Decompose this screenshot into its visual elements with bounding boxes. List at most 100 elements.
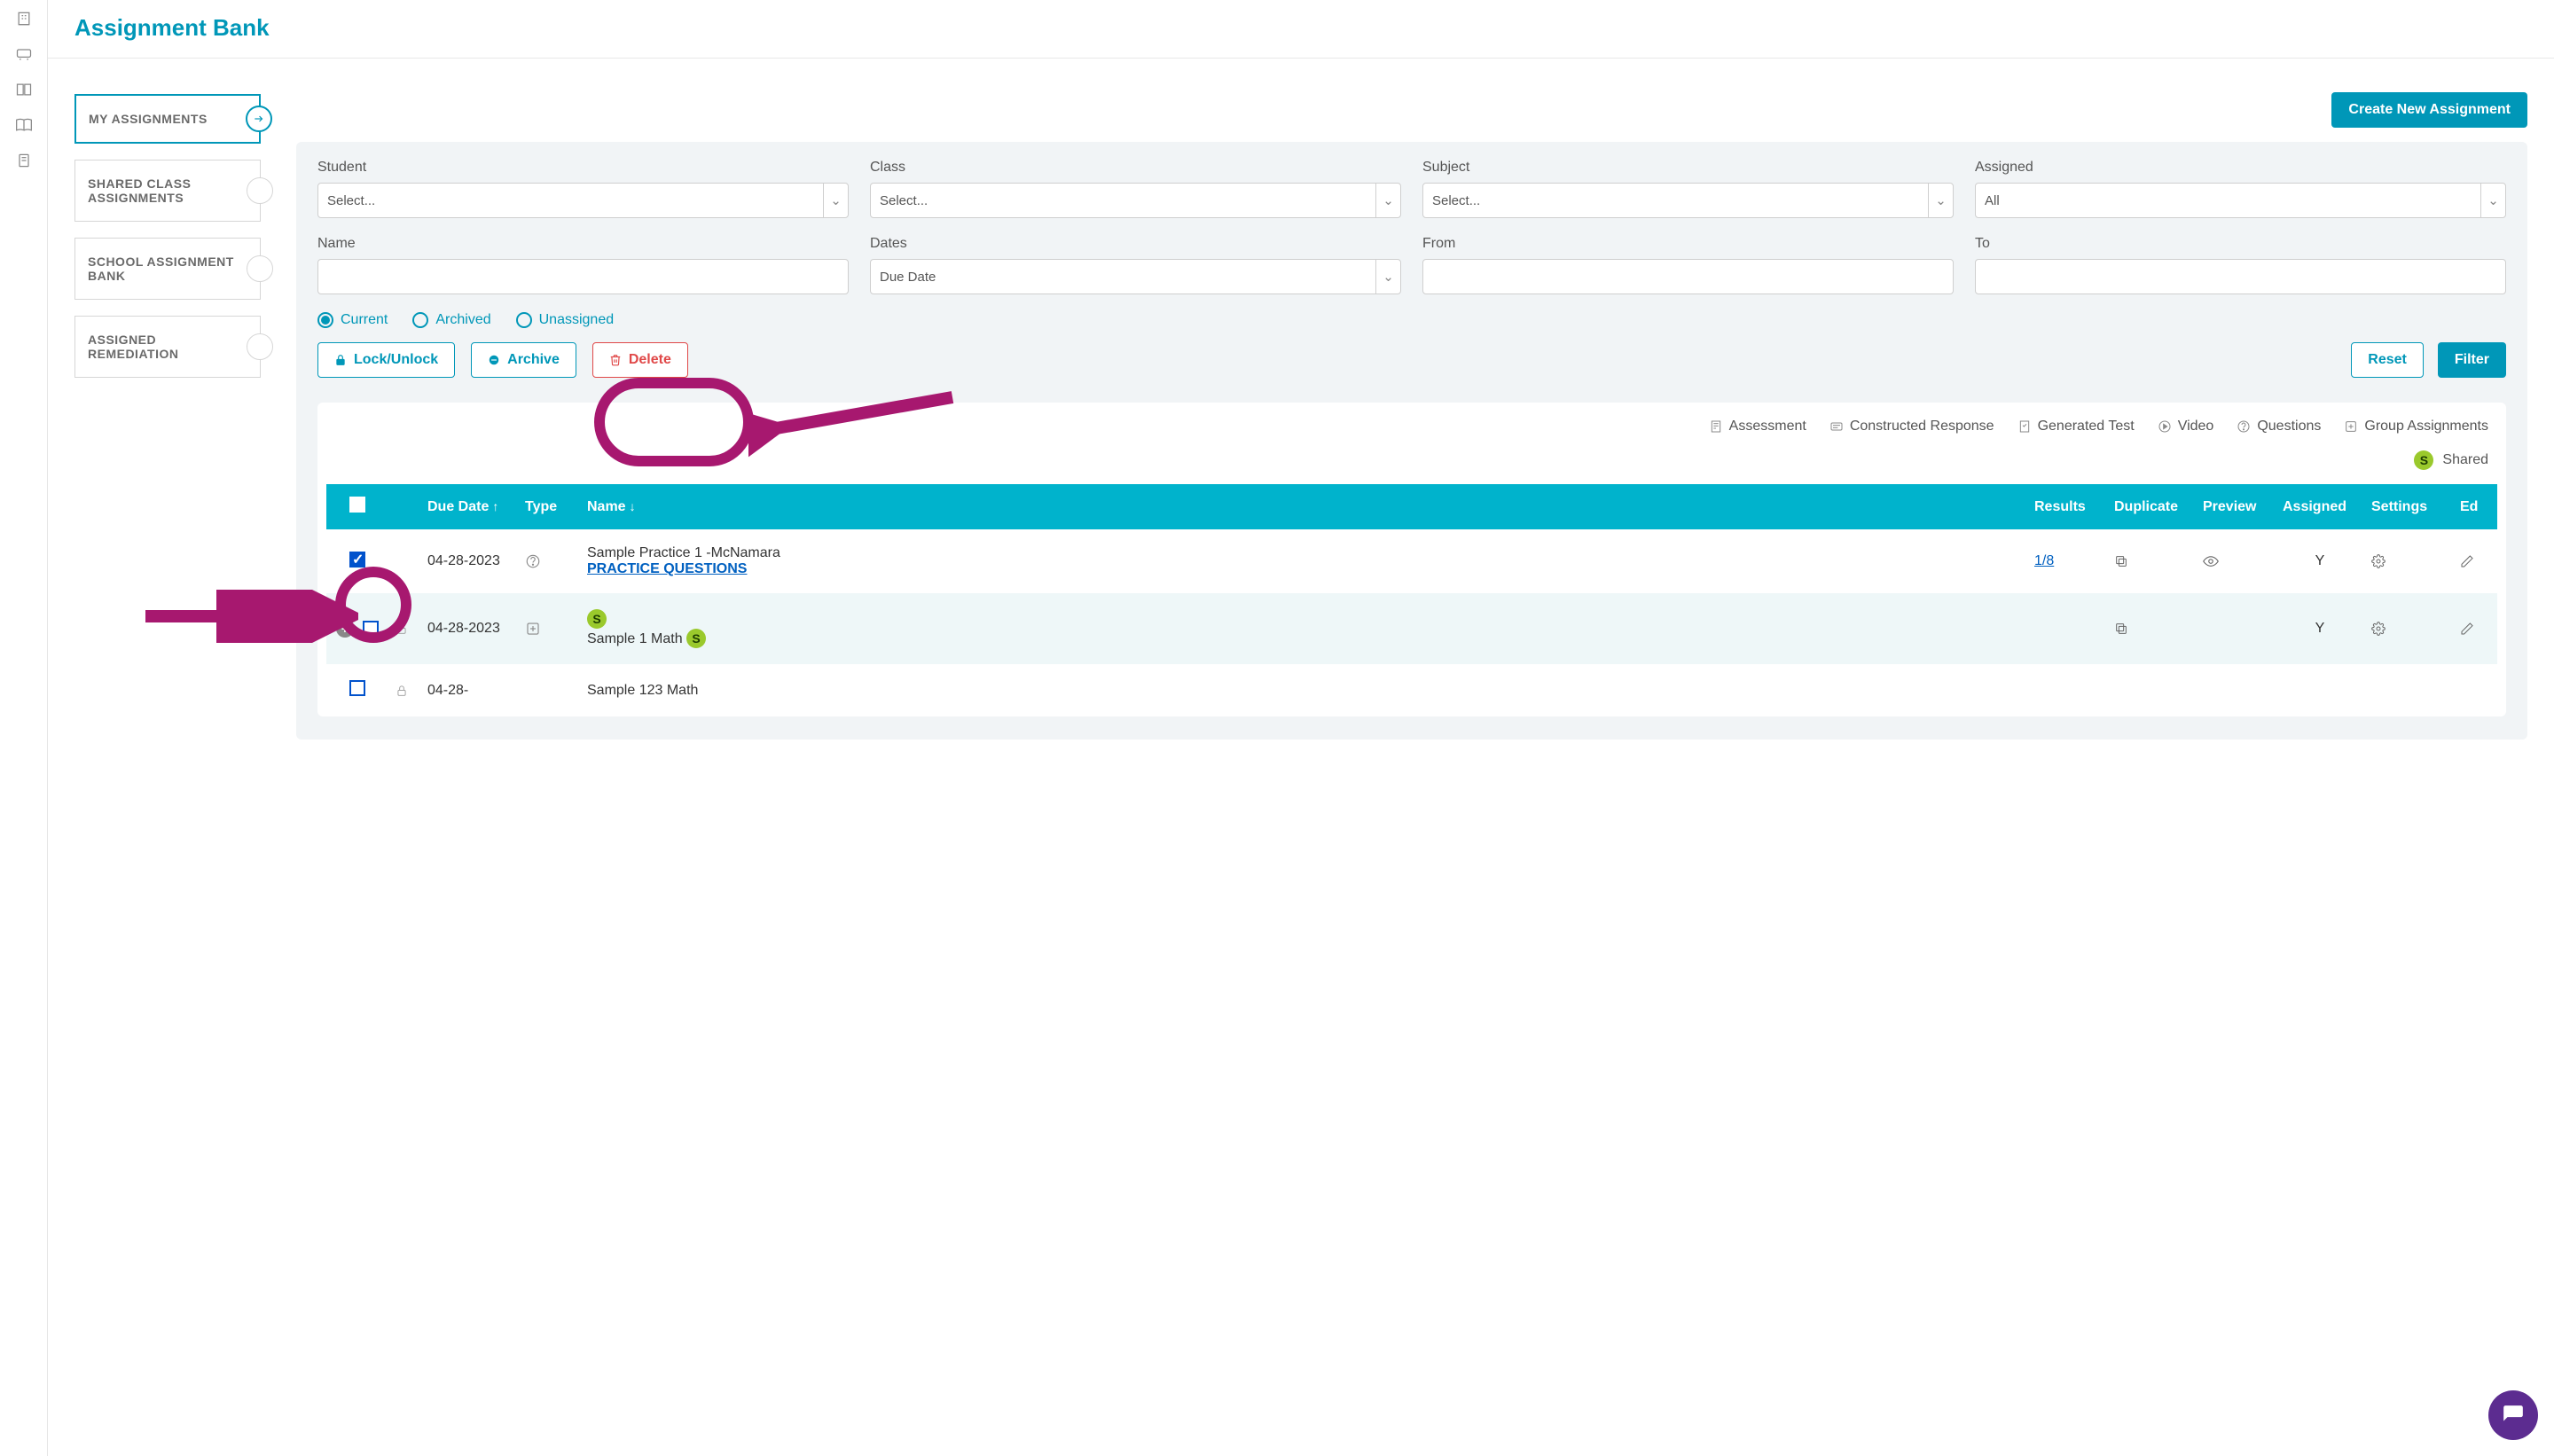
row-duplicate-icon[interactable] xyxy=(2107,593,2196,664)
row-preview-icon[interactable] xyxy=(2196,529,2276,593)
generated-icon xyxy=(2017,419,2032,434)
filter-button[interactable]: Filter xyxy=(2438,342,2506,378)
shared-badge-icon: S xyxy=(686,629,706,648)
radio-label: Archived xyxy=(435,312,490,328)
tab-shared-class[interactable]: SHARED CLASS ASSIGNMENTS xyxy=(74,160,261,222)
tab-circle-icon xyxy=(247,255,273,282)
chevron-down-icon: ⌄ xyxy=(1375,184,1400,217)
reset-button[interactable]: Reset xyxy=(2351,342,2424,378)
row-settings-icon[interactable] xyxy=(2364,529,2453,593)
table-row: 04-28-2023Sample Practice 1 -McNamaraPRA… xyxy=(326,529,2497,593)
student-label: Student xyxy=(317,160,849,176)
row-preview-icon xyxy=(2196,593,2276,664)
nav-projector-icon[interactable] xyxy=(14,44,34,64)
tab-my-assignments[interactable]: MY ASSIGNMENTS xyxy=(74,94,261,144)
chevron-down-icon: ⌄ xyxy=(823,184,848,217)
row-edit-icon xyxy=(2453,664,2497,716)
row-edit-icon[interactable] xyxy=(2453,593,2497,664)
radio-dot-icon xyxy=(317,312,333,328)
radio-archived[interactable]: Archived xyxy=(412,312,490,328)
th-due-date[interactable]: Due Date↑ xyxy=(420,484,518,529)
th-results[interactable]: Results xyxy=(2027,484,2107,529)
table-row: 04-28-Sample 123 Math xyxy=(326,664,2497,716)
delete-button[interactable]: Delete xyxy=(592,342,688,378)
chevron-down-icon: ⌄ xyxy=(2480,184,2505,217)
legend-row: Assessment Constructed Response xyxy=(326,419,2497,434)
group-icon xyxy=(2344,419,2358,434)
th-name[interactable]: Name↓ xyxy=(580,484,2027,529)
row-lock-icon xyxy=(388,664,420,716)
nav-building-icon[interactable] xyxy=(14,9,34,28)
radio-unassigned[interactable]: Unassigned xyxy=(516,312,615,328)
dates-select[interactable]: Due Date ⌄ xyxy=(870,259,1401,294)
tab-assigned-remediation[interactable]: ASSIGNED REMEDIATION xyxy=(74,316,261,378)
to-label: To xyxy=(1975,236,2506,252)
archive-button[interactable]: Archive xyxy=(471,342,576,378)
class-select[interactable]: Select... ⌄ xyxy=(870,183,1401,218)
row-lock-icon xyxy=(388,593,420,664)
legend-label: Questions xyxy=(2257,419,2321,434)
constructed-icon xyxy=(1829,419,1844,434)
tab-label: MY ASSIGNMENTS xyxy=(89,112,208,126)
delete-label: Delete xyxy=(629,352,671,368)
radio-label: Unassigned xyxy=(539,312,615,328)
row-edit-icon[interactable] xyxy=(2453,529,2497,593)
lock-icon xyxy=(334,354,347,366)
assessment-icon xyxy=(1709,419,1723,434)
legend-label: Constructed Response xyxy=(1850,419,1994,434)
row-duplicate-icon[interactable] xyxy=(2107,664,2196,716)
from-label: From xyxy=(1422,236,1954,252)
trash-icon xyxy=(609,354,622,366)
row-lock-icon xyxy=(388,529,420,593)
row-due-date: 04-28- xyxy=(420,664,518,716)
to-input[interactable] xyxy=(1975,259,2506,294)
questions-icon xyxy=(2237,419,2251,434)
th-settings[interactable]: Settings xyxy=(2364,484,2453,529)
th-edit[interactable]: Ed xyxy=(2453,484,2497,529)
legend-constructed: Constructed Response xyxy=(1829,419,1994,434)
chevron-down-icon: ⌄ xyxy=(1928,184,1953,217)
minus-circle-icon xyxy=(488,354,500,366)
subject-select[interactable]: Select... ⌄ xyxy=(1422,183,1954,218)
legend-label: Video xyxy=(2178,419,2214,434)
sort-up-icon: ↑ xyxy=(492,499,498,513)
table-row: +04-28-2023SSample 1 Math SY xyxy=(326,593,2497,664)
expand-row-icon[interactable]: + xyxy=(336,620,354,638)
filter-panel: Student Select... ⌄ Class Select... ⌄ xyxy=(296,142,2527,740)
side-tabs: MY ASSIGNMENTS SHARED CLASS ASSIGNMENTS … xyxy=(74,94,261,378)
tab-label: SCHOOL ASSIGNMENT BANK xyxy=(88,254,234,283)
radio-current[interactable]: Current xyxy=(317,312,388,328)
nav-book-icon[interactable] xyxy=(14,80,34,99)
row-results[interactable]: 1/8 xyxy=(2027,529,2107,593)
help-chat-button[interactable] xyxy=(2488,1390,2538,1440)
row-due-date: 04-28-2023 xyxy=(420,529,518,593)
th-duplicate[interactable]: Duplicate xyxy=(2107,484,2196,529)
lock-unlock-button[interactable]: Lock/Unlock xyxy=(317,342,455,378)
create-assignment-button[interactable]: Create New Assignment xyxy=(2331,92,2527,128)
student-select[interactable]: Select... ⌄ xyxy=(317,183,849,218)
assigned-select[interactable]: All ⌄ xyxy=(1975,183,2506,218)
shared-label: Shared xyxy=(2442,452,2488,468)
row-duplicate-icon[interactable] xyxy=(2107,529,2196,593)
from-input[interactable] xyxy=(1422,259,1954,294)
nav-open-book-icon[interactable] xyxy=(14,115,34,135)
row-checkbox[interactable] xyxy=(349,552,365,568)
row-type-icon xyxy=(518,529,580,593)
select-all-checkbox[interactable] xyxy=(349,497,365,513)
tab-school-bank[interactable]: SCHOOL ASSIGNMENT BANK xyxy=(74,238,261,300)
dates-label: Dates xyxy=(870,236,1401,252)
row-checkbox[interactable] xyxy=(349,680,365,696)
radio-dot-icon xyxy=(516,312,532,328)
row-checkbox[interactable] xyxy=(363,621,379,637)
name-input[interactable] xyxy=(317,259,849,294)
th-type[interactable]: Type xyxy=(518,484,580,529)
nav-clipboard-icon[interactable] xyxy=(14,151,34,170)
th-preview[interactable]: Preview xyxy=(2196,484,2276,529)
subject-label: Subject xyxy=(1422,160,1954,176)
lock-label: Lock/Unlock xyxy=(354,352,438,368)
row-name-sub-link[interactable]: PRACTICE QUESTIONS xyxy=(587,561,747,576)
row-settings-icon[interactable] xyxy=(2364,593,2453,664)
row-settings-icon[interactable] xyxy=(2364,664,2453,716)
assigned-value: All xyxy=(1985,193,2000,208)
th-assigned[interactable]: Assigned xyxy=(2276,484,2364,529)
